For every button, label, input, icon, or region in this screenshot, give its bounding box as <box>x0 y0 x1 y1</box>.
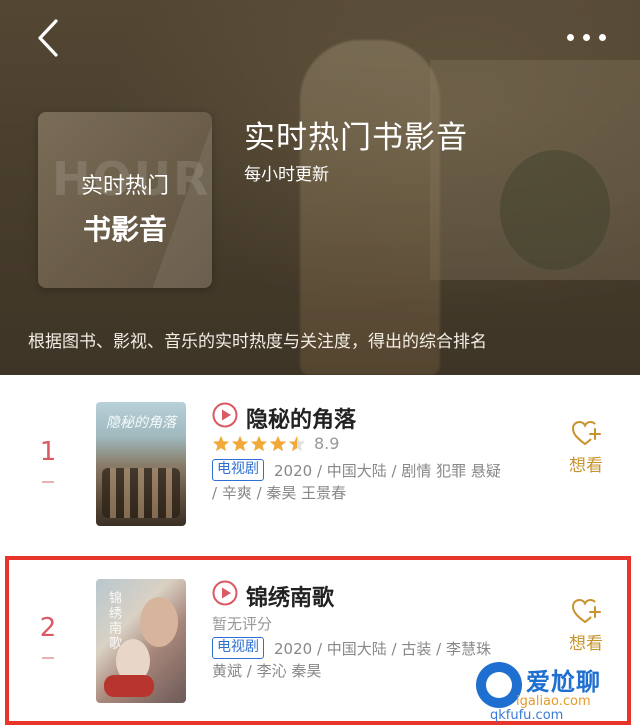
rating-score: 8.9 <box>314 434 340 453</box>
cover-line1: 实时热门 <box>80 174 169 199</box>
item-meta-line1: 2020 / 中国大陆 / 剧情 犯罪 悬疑 <box>274 462 501 480</box>
poster-image[interactable]: 隐秘的角落 <box>96 402 186 526</box>
star-icon <box>250 435 268 452</box>
star-icon <box>231 435 249 452</box>
rank-number: 1 <box>39 437 57 467</box>
star-icon <box>212 435 230 452</box>
hero-header: HOUR 实时热门 书影音 实时热门书影音 每小时更新 根据图书、影视、音乐的实… <box>0 0 640 375</box>
page-description: 根据图书、影视、音乐的实时热度与关注度，得出的综合排名 <box>28 332 487 352</box>
more-button[interactable] <box>556 22 616 52</box>
watermark-logo-center <box>486 672 512 698</box>
item-meta-line2: / 辛爽 / 秦昊 王景春 <box>212 484 347 502</box>
star-rating <box>212 435 306 453</box>
cover-line2: 书影音 <box>82 213 167 246</box>
back-button[interactable] <box>28 18 68 58</box>
rank-dash <box>42 481 54 483</box>
more-dot <box>598 33 606 41</box>
more-dot <box>582 33 590 41</box>
site-watermark: 爱尬聊 igaliao.com qkfufu.com <box>476 658 640 725</box>
star-icon <box>269 435 287 452</box>
heart-plus-icon <box>571 420 601 445</box>
poster-figures <box>102 468 180 518</box>
watermark-site2: qkfufu.com <box>490 708 564 723</box>
more-dots-icon <box>566 33 574 41</box>
list-item[interactable]: 1 隐秘的角落 隐秘的角落 8.9 电视剧 2020 / 中国大陆 / 剧情 犯… <box>0 375 640 545</box>
watermark-site: igaliao.com <box>516 694 591 709</box>
watermark-text: 爱尬聊 <box>526 668 601 696</box>
poster-title: 隐秘的角落 <box>106 415 176 431</box>
want-label: 想看 <box>569 456 603 476</box>
play-icon[interactable] <box>212 402 238 428</box>
page: HOUR 实时热门 书影音 实时热门书影音 每小时更新 根据图书、影视、音乐的实… <box>0 0 640 725</box>
star-half-icon <box>288 435 306 452</box>
chevron-left-icon <box>38 19 58 57</box>
list-cover-card: HOUR 实时热门 书影音 <box>38 112 212 288</box>
category-tag: 电视剧 <box>212 459 264 481</box>
want-to-watch-button[interactable]: 想看 <box>558 419 614 476</box>
item-title[interactable]: 隐秘的角落 <box>246 402 356 434</box>
page-subtitle: 每小时更新 <box>244 165 329 185</box>
page-title: 实时热门书影音 <box>244 120 468 156</box>
